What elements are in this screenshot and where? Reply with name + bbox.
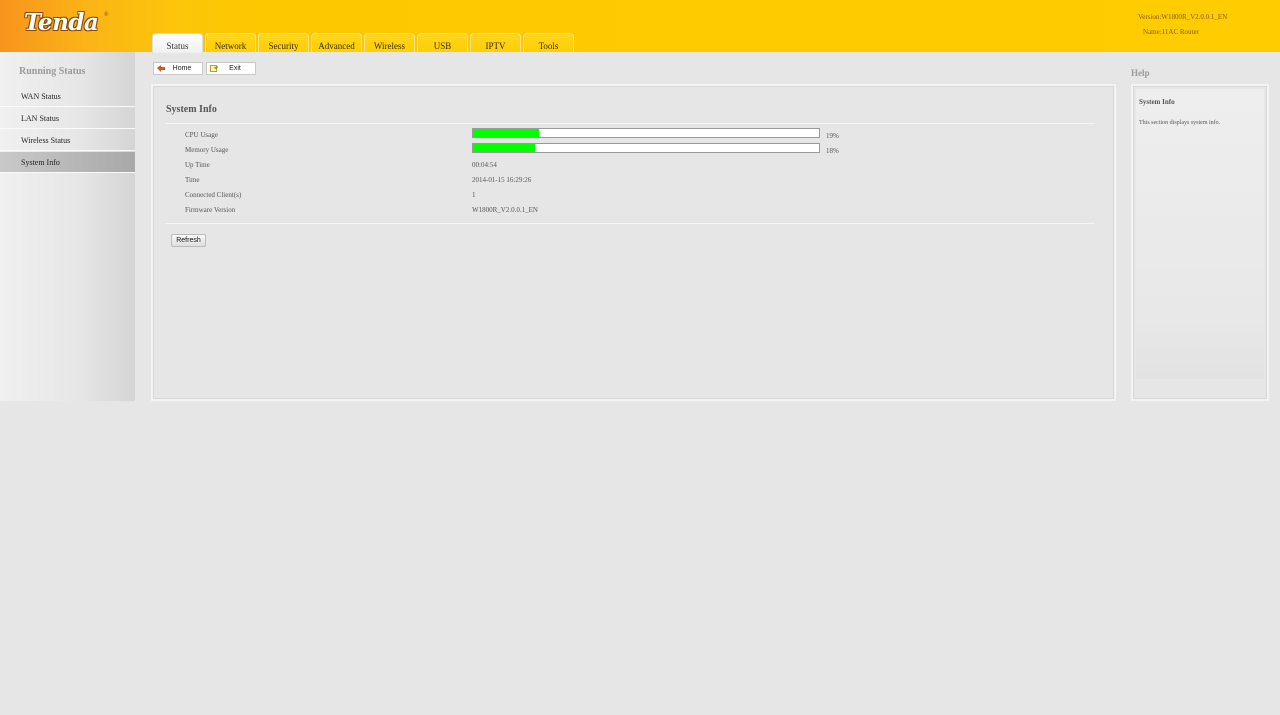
help-content: System Info This section displays system… <box>1136 89 1264 379</box>
cpu-usage-fill <box>473 129 539 137</box>
logo-registered-mark: ® <box>104 12 109 18</box>
main-tabs: Status Network Security Advanced Wireles… <box>152 33 576 53</box>
divider-bottom <box>165 223 1095 224</box>
time-label: Time <box>185 176 200 184</box>
firmware-version-label: Firmware Version <box>185 206 236 214</box>
page-title: System Info <box>166 104 217 115</box>
tab-usb[interactable]: USB <box>417 33 468 52</box>
cpu-usage-label: CPU Usage <box>185 131 218 139</box>
tenda-logo[interactable]: Tenda <box>24 9 99 36</box>
sidebar: Running Status WAN Status LAN Status Wir… <box>0 52 135 401</box>
tab-network[interactable]: Network <box>205 33 256 52</box>
help-title: System Info <box>1139 98 1175 106</box>
version-text: Version:W1800R_V2.0.0.1_EN <box>1138 13 1228 21</box>
cpu-usage-bar <box>472 128 820 138</box>
tab-iptv[interactable]: IPTV <box>470 33 521 52</box>
sidebar-title: Running Status <box>19 66 86 77</box>
tab-advanced[interactable]: Advanced <box>311 33 362 52</box>
cpu-usage-value: 19% <box>826 132 839 140</box>
tab-wireless[interactable]: Wireless <box>364 33 415 52</box>
exit-button-label: Exit <box>229 65 241 72</box>
memory-usage-bar <box>472 143 820 153</box>
tab-security[interactable]: Security <box>258 33 309 52</box>
uptime-value: 00:04:54 <box>472 161 497 169</box>
sidebar-item-lan-status[interactable]: LAN Status <box>0 108 135 129</box>
tab-tools[interactable]: Tools <box>523 33 574 52</box>
home-button-label: Home <box>172 65 192 72</box>
memory-usage-label: Memory Usage <box>185 146 229 154</box>
sidebar-item-system-info[interactable]: System Info <box>0 152 135 173</box>
memory-usage-value: 18% <box>826 147 839 155</box>
sidebar-item-wireless-status[interactable]: Wireless Status <box>0 130 135 151</box>
divider-top <box>165 123 1095 124</box>
time-value: 2014-01-15 16:29:26 <box>472 176 532 184</box>
version-info: Version:W1800R_V2.0.0.1_EN Name:11AC Rou… <box>1138 10 1227 40</box>
connected-clients-label: Connected Client(s) <box>185 191 242 199</box>
uptime-label: Up Time <box>185 161 210 169</box>
firmware-version-value: W1800R_V2.0.0.1_EN <box>472 206 538 214</box>
exit-button[interactable]: Exit <box>206 62 256 75</box>
header: Tenda ® Version:W1800R_V2.0.0.1_EN Name:… <box>0 0 1280 53</box>
help-heading: Help <box>1131 68 1150 78</box>
help-panel: System Info This section displays system… <box>1131 84 1269 401</box>
help-text: This section displays system info. <box>1139 120 1221 126</box>
home-button[interactable]: Home <box>153 62 203 75</box>
connected-clients-value: 1 <box>472 191 476 199</box>
router-name-text: Name:11AC Router <box>1143 28 1199 36</box>
tab-status[interactable]: Status <box>152 33 203 53</box>
system-info-panel: System Info CPU Usage 19% Memory Usage 1… <box>151 84 1116 401</box>
memory-usage-fill <box>473 144 536 152</box>
refresh-button[interactable]: Refresh <box>171 234 206 247</box>
sidebar-item-wan-status[interactable]: WAN Status <box>0 86 135 107</box>
